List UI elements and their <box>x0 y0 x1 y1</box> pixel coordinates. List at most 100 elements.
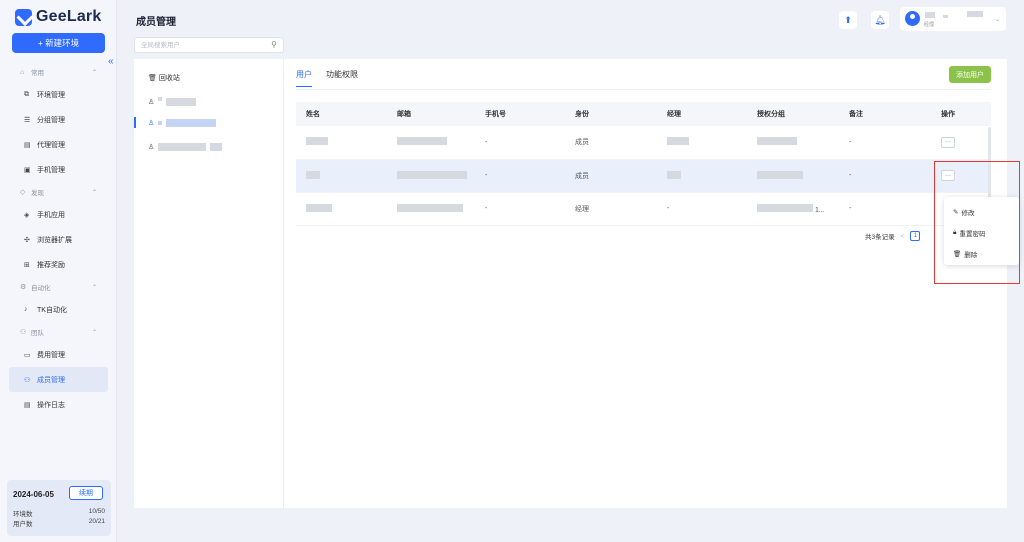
nav-group-team[interactable]: ⚇ 团队 ⌃ <box>0 322 117 342</box>
redacted-text <box>166 98 197 106</box>
user-tree-panel: 🗑︎ 回收站 ♙ ♙ ♙ <box>134 59 284 508</box>
cell-phone: - <box>475 159 565 193</box>
table-row[interactable]: - 成员 - ··· <box>296 159 991 193</box>
cell-name <box>296 126 387 160</box>
tab-users[interactable]: 用户 <box>296 69 312 87</box>
apps-icon: ◈ <box>24 211 30 219</box>
tab-permissions[interactable]: 功能权限 <box>326 69 358 87</box>
col-phone: 手机号 <box>475 102 565 126</box>
col-email: 邮箱 <box>387 102 475 126</box>
document-icon: ▤ <box>24 401 31 409</box>
wallet-icon: ▭ <box>24 351 31 359</box>
user-list-item[interactable]: ♙ <box>148 96 197 108</box>
sidebar-item-label: 分组管理 <box>37 116 65 124</box>
prev-page-icon[interactable]: < <box>901 233 905 240</box>
pagination: 共3条记录 < 1 <box>865 231 921 241</box>
gift-icon: ⊞ <box>24 261 30 269</box>
user-list-item[interactable]: ♙ <box>148 141 223 153</box>
nav-group-discover[interactable]: ◇ 发现 ⌃ <box>0 182 117 202</box>
chevron-up-icon: ⌃ <box>91 284 97 291</box>
menu-item-edit[interactable]: ✎ 修改 <box>953 207 974 217</box>
trash-icon: 🗑︎ <box>148 75 157 82</box>
table-row[interactable]: - 成员 - ··· <box>296 126 991 160</box>
user-icon: ♙ <box>148 120 155 127</box>
user-icon: ♙ <box>148 99 155 106</box>
redacted-text <box>397 137 447 146</box>
col-name: 姓名 <box>296 102 387 126</box>
sidebar-item-proxy[interactable]: ▤ 代理管理 <box>0 132 117 157</box>
cell-role: 经理 <box>565 192 657 226</box>
page-number-button[interactable]: 1 <box>910 231 921 241</box>
cell-actions: ··· <box>931 126 991 160</box>
users-icon: ⚇ <box>24 376 31 384</box>
sidebar-item-label: 环境管理 <box>37 91 65 99</box>
menu-item-delete[interactable]: 🗑︎ 删除 <box>953 249 977 259</box>
sidebar-item-members[interactable]: ⚇ 成员管理 <box>9 367 108 392</box>
chevron-up-icon: ⌃ <box>91 69 97 76</box>
sidebar-item-label: 手机应用 <box>37 211 65 219</box>
upload-icon[interactable]: ⬆ <box>839 11 857 29</box>
redacted-text <box>158 121 163 125</box>
col-role: 身份 <box>565 102 657 126</box>
sidebar-item-rewards[interactable]: ⊞ 推荐奖励 <box>0 252 117 277</box>
username-redacted <box>967 11 983 17</box>
user-list-item-selected[interactable]: ♙ <box>148 117 217 129</box>
bell-icon[interactable]: 🔔︎ <box>871 11 889 29</box>
main-panel: 用户 功能权限 添加用户 姓名 邮箱 手机号 身份 经理 授权分组 备注 操作 … <box>284 59 1007 508</box>
nav-group-automation[interactable]: ⚙ 自动化 ⌃ <box>0 277 117 297</box>
sidebar-item-phone[interactable]: ▣ 手机管理 <box>0 157 117 182</box>
sidebar-item-billing[interactable]: ▭ 费用管理 <box>0 342 117 367</box>
cell-role: 成员 <box>565 159 657 193</box>
user-count-label: 用户数 <box>13 521 33 528</box>
user-search[interactable]: ⚲ <box>134 37 284 53</box>
sidebar-item-logs[interactable]: ▤ 操作日志 <box>0 392 117 417</box>
redacted-text <box>397 170 467 179</box>
tiktok-icon: ♪ <box>24 306 28 313</box>
sidebar-item-label: 费用管理 <box>37 351 65 359</box>
users-table: 姓名 邮箱 手机号 身份 经理 授权分组 备注 操作 - 成员 - ··· - … <box>296 102 991 226</box>
sidebar-item-label: 操作日志 <box>37 401 65 409</box>
more-actions-button[interactable]: ··· <box>941 136 955 148</box>
server-icon: ▤ <box>24 141 31 149</box>
list-icon: ☰ <box>24 116 31 124</box>
selection-indicator <box>134 117 136 128</box>
edit-icon: ✎ <box>953 209 959 216</box>
renew-button[interactable]: 续期 <box>69 486 103 500</box>
menu-item-reset-password[interactable]: 🔒︎ 重置密码 <box>953 228 985 238</box>
redacted-text <box>757 203 813 212</box>
search-input[interactable] <box>135 38 265 52</box>
logo-text: GeeLark <box>36 8 102 25</box>
user-icon: ♙ <box>148 144 155 151</box>
env-count-label: 环境数 <box>13 511 33 518</box>
home-icon: ⌂ <box>20 68 25 76</box>
new-environment-button[interactable]: + 新建环境 <box>12 33 105 53</box>
user-role: 经理 <box>924 22 935 28</box>
cell-manager <box>657 159 747 193</box>
puzzle-icon: ✣ <box>24 236 30 244</box>
sidebar: GeeLark + 新建环境 « ⌂ 常用 ⌃ ⧉ 环境管理 ☰ 分组管理 ▤ 代理管… <box>0 0 117 542</box>
sidebar-item-phone-apps[interactable]: ◈ 手机应用 <box>0 202 117 227</box>
redacted-text <box>210 143 223 151</box>
add-user-button[interactable]: 添加用户 <box>949 66 991 83</box>
redacted-text <box>397 203 463 212</box>
sidebar-item-extensions[interactable]: ✣ 浏览器扩展 <box>0 227 117 252</box>
cell-remark: - <box>839 126 931 160</box>
table-row[interactable]: - 经理 - 1... - <box>296 192 991 226</box>
nav-group-common[interactable]: ⌂ 常用 ⌃ <box>0 62 117 82</box>
sidebar-item-groups[interactable]: ☰ 分组管理 <box>0 107 117 132</box>
logo[interactable]: GeeLark <box>15 8 101 26</box>
recycle-bin[interactable]: 🗑︎ 回收站 <box>148 73 180 83</box>
cell-email <box>387 126 475 160</box>
user-count-value: 20/21 <box>88 518 105 525</box>
user-menu[interactable]: 经理 ⌄ <box>900 7 1006 31</box>
search-icon[interactable]: ⚲ <box>271 40 277 49</box>
cell-email <box>387 192 475 226</box>
sidebar-item-tk-automation[interactable]: ♪ TK自动化 <box>0 297 117 322</box>
sidebar-item-env[interactable]: ⧉ 环境管理 <box>0 82 117 107</box>
plan-expiry-date: 2024-06-05 <box>13 490 54 499</box>
more-actions-button[interactable]: ··· <box>941 170 955 181</box>
row-actions-menu: ✎ 修改 🔒︎ 重置密码 🗑︎ 删除 <box>944 197 1019 265</box>
robot-icon: ⚙ <box>20 284 27 291</box>
tab-divider <box>296 89 991 90</box>
lock-icon: 🔒︎ <box>953 229 957 236</box>
